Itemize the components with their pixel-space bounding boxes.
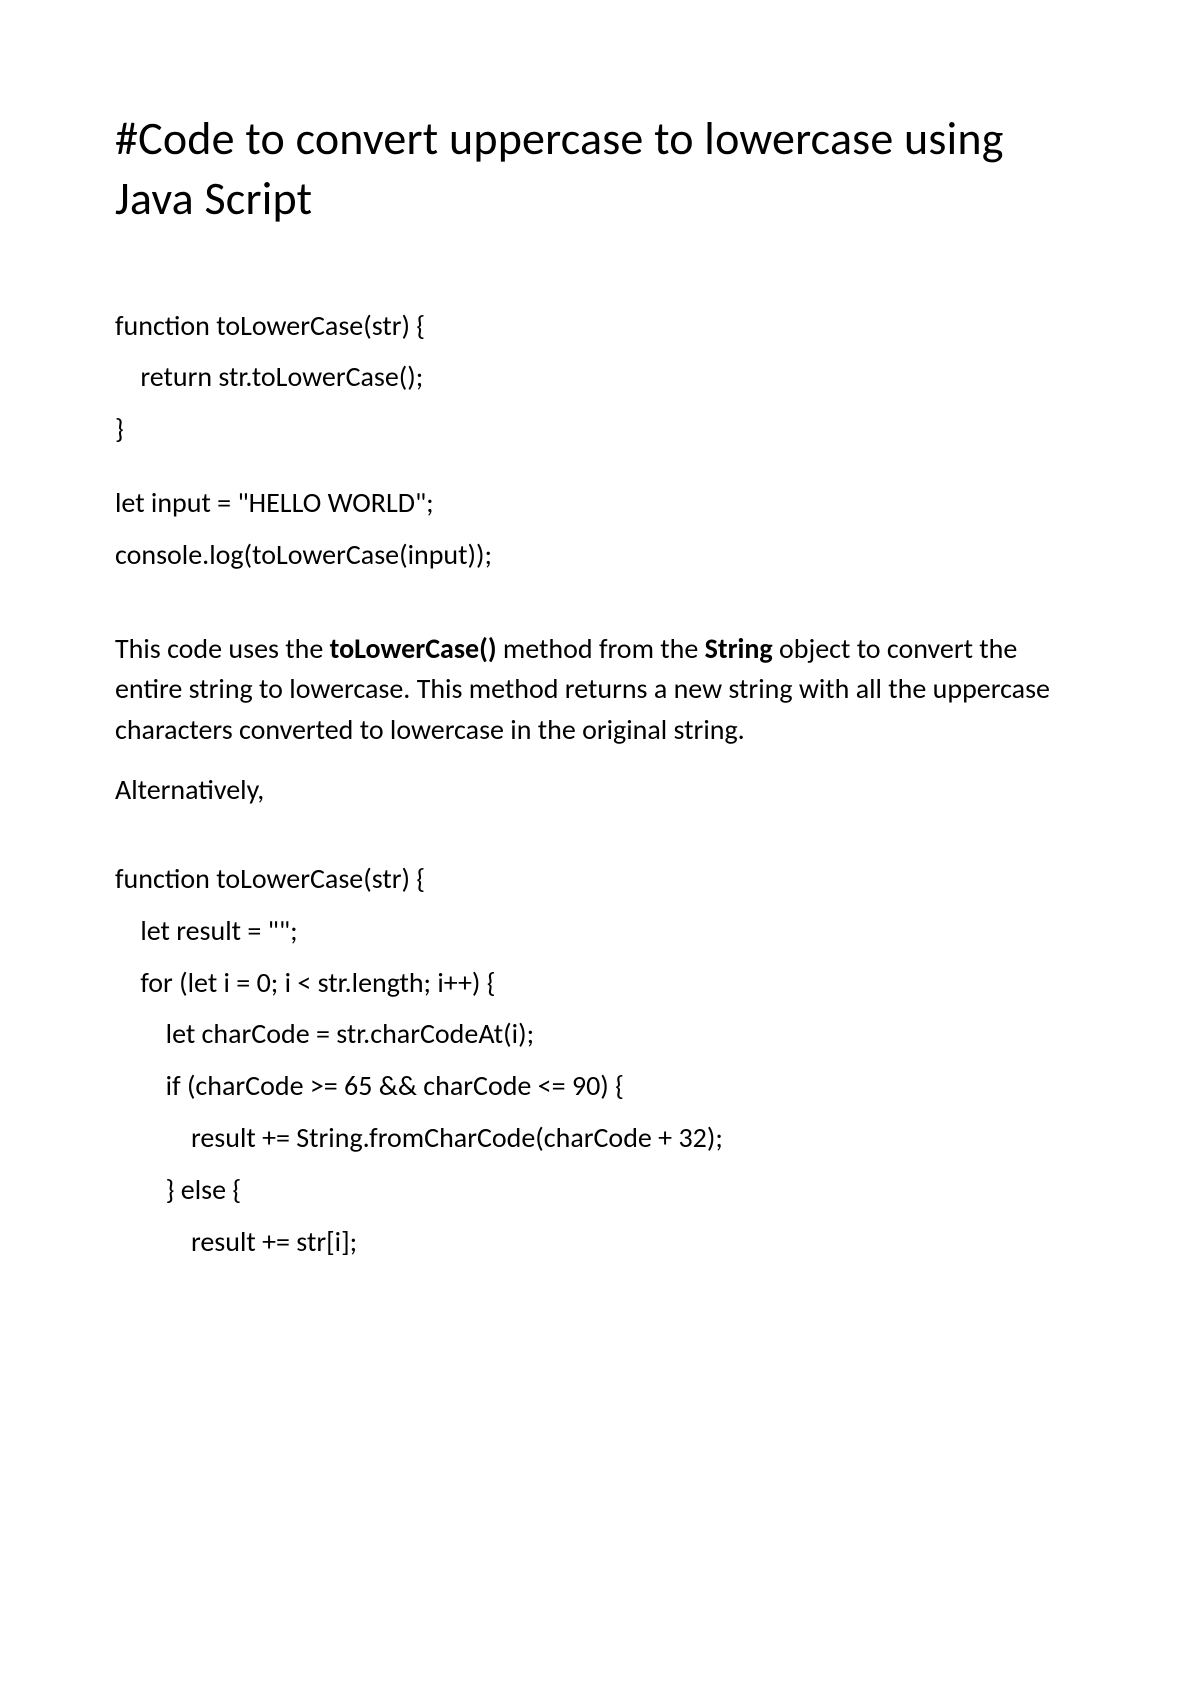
- code-line: let result = "";: [115, 905, 1085, 957]
- code-line: return str.toLowerCase();: [115, 351, 1085, 403]
- blank-line: [115, 455, 1085, 477]
- code-line: function toLowerCase(str) {: [115, 300, 1085, 352]
- code-line: result += String.fromCharCode(charCode +…: [115, 1112, 1085, 1164]
- code-line: let input = "HELLO WORLD";: [115, 477, 1085, 529]
- document-title: #Code to convert uppercase to lowercase …: [115, 110, 1085, 230]
- blank-line: [115, 831, 1085, 853]
- alternatively-paragraph: Alternatively,: [115, 770, 1085, 811]
- bold-method-name: toLowerCase(): [330, 631, 497, 666]
- code-line: } else {: [115, 1164, 1085, 1216]
- bold-object-name: String: [705, 631, 773, 666]
- code-line: function toLowerCase(str) {: [115, 853, 1085, 905]
- code-line: if (charCode >= 65 && charCode <= 90) {: [115, 1060, 1085, 1112]
- code-line: for (let i = 0; i < str.length; i++) {: [115, 957, 1085, 1009]
- code-block-2: function toLowerCase(str) { let result =…: [115, 853, 1085, 1267]
- explanation-paragraph: This code uses the toLowerCase() method …: [115, 629, 1085, 751]
- text-span: method from the: [497, 631, 705, 666]
- code-line: result += str[i];: [115, 1216, 1085, 1268]
- code-line: let charCode = str.charCodeAt(i);: [115, 1008, 1085, 1060]
- code-line: console.log(toLowerCase(input));: [115, 529, 1085, 581]
- text-span: This code uses the: [115, 631, 330, 666]
- code-block-1: function toLowerCase(str) { return str.t…: [115, 300, 1085, 581]
- code-line: }: [115, 403, 1085, 455]
